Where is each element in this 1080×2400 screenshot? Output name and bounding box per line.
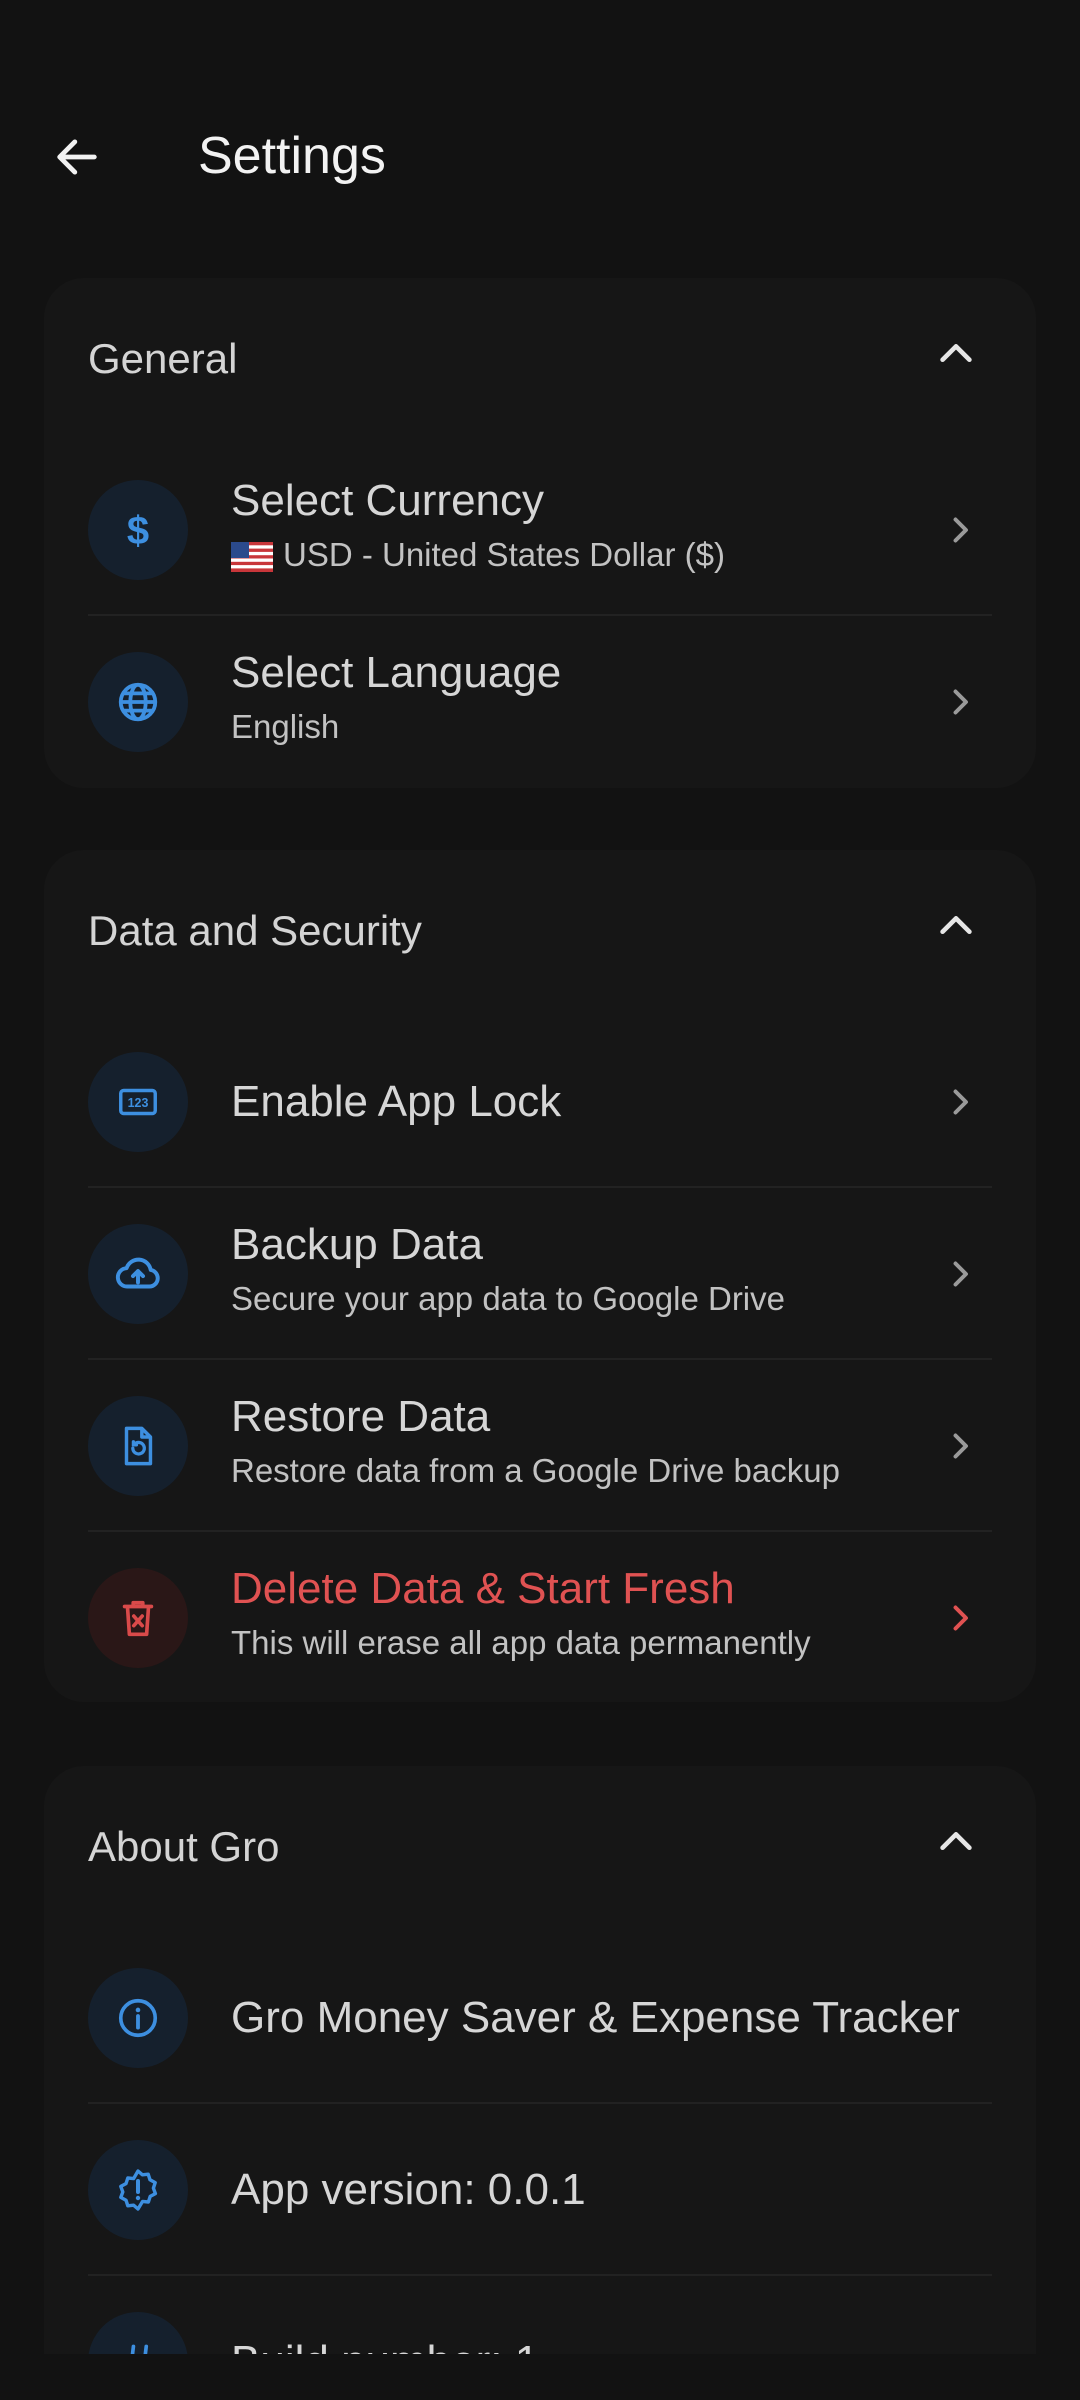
chevron-right-icon: [936, 1422, 984, 1470]
row-title: Backup Data: [231, 1220, 483, 1269]
collapse-button[interactable]: [920, 890, 992, 962]
dollar-icon: $: [127, 509, 149, 553]
row-subtitle: English: [231, 708, 340, 745]
language-icon-badge: [88, 652, 188, 752]
general-section-header[interactable]: General: [44, 278, 1036, 444]
chevron-right-icon: [936, 1594, 984, 1642]
restore-file-icon: [124, 1426, 153, 1466]
row-subtitle: Restore data from a Google Drive backup: [231, 1452, 840, 1489]
about-section: About Gro Gro Money Saver & Expense Trac…: [44, 1766, 1036, 2354]
restore-data-row[interactable]: Restore Data Restore data from a Google …: [44, 1360, 1036, 1532]
row-title: Build number: 1: [231, 2335, 539, 2354]
section-title: General: [88, 335, 238, 382]
app-name-row: Gro Money Saver & Expense Tracker: [44, 1932, 1036, 2104]
general-section: General $ Select Currency USD - United S…: [44, 278, 1036, 788]
app-version-row: App version: 0.0.1: [44, 2104, 1036, 2276]
currency-value: USD - United States Dollar ($): [283, 536, 725, 573]
settings-list[interactable]: General $ Select Currency USD - United S…: [0, 278, 1080, 2354]
chevron-right-icon: [936, 678, 984, 726]
info-icon: [118, 1998, 158, 2038]
backup-icon-badge: [88, 1224, 188, 1324]
delete-icon: [122, 1600, 154, 1637]
delete-icon-badge: [88, 1568, 188, 1668]
page-title: Settings: [198, 127, 386, 185]
app-lock-icon-badge: 123: [88, 1052, 188, 1152]
select-language-row[interactable]: Select Language English: [44, 616, 1036, 788]
info-icon-badge: [88, 1968, 188, 2068]
row-title: Restore Data: [231, 1392, 491, 1441]
back-button[interactable]: [40, 120, 114, 194]
svg-text:$: $: [127, 509, 149, 553]
globe-icon: [118, 682, 158, 722]
app-bar: Settings: [0, 100, 1080, 214]
row-subtitle: Secure your app data to Google Drive: [231, 1280, 785, 1317]
enable-app-lock-row[interactable]: 123 Enable App Lock: [44, 1016, 1036, 1188]
us-flag-icon: [231, 542, 273, 573]
hashtag-icon: [130, 2344, 149, 2354]
svg-text:123: 123: [128, 1096, 149, 1110]
backup-data-row[interactable]: Backup Data Secure your app data to Goog…: [44, 1188, 1036, 1360]
chevron-right-icon: [936, 506, 984, 554]
build-number-row: Build number: 1: [44, 2276, 1036, 2354]
row-subtitle: This will erase all app data permanently: [231, 1624, 811, 1661]
build-icon-badge: [88, 2312, 188, 2354]
collapse-button[interactable]: [920, 318, 992, 390]
select-currency-row[interactable]: $ Select Currency USD - United States Do…: [44, 444, 1036, 616]
collapse-button[interactable]: [920, 1806, 992, 1878]
cloud-upload-icon: [115, 1257, 160, 1289]
delete-data-row[interactable]: Delete Data & Start Fresh This will eras…: [44, 1532, 1036, 1704]
chevron-up-icon: [940, 344, 972, 363]
section-title: Data and Security: [88, 907, 422, 954]
row-title: Select Currency: [231, 476, 545, 525]
chevron-right-icon: [936, 1250, 984, 1298]
pin-code-icon: 123: [119, 1088, 157, 1116]
new-releases-icon: [119, 2169, 158, 2211]
row-title: Gro Money Saver & Expense Tracker: [231, 1993, 960, 2042]
restore-icon-badge: [88, 1396, 188, 1496]
row-title: Enable App Lock: [231, 1077, 562, 1126]
chevron-right-icon: [936, 1078, 984, 1126]
version-icon-badge: [88, 2140, 188, 2240]
row-subtitle: USD - United States Dollar ($): [231, 534, 725, 576]
section-title: About Gro: [88, 1823, 280, 1870]
chevron-up-icon: [940, 916, 972, 935]
arrow-back-icon: [57, 139, 97, 175]
row-title: App version: 0.0.1: [231, 2165, 586, 2214]
data-security-section: Data and Security 123 Enable App Lock Ba…: [44, 850, 1036, 1702]
currency-icon-badge: $: [88, 480, 188, 580]
row-title: Delete Data & Start Fresh: [231, 1564, 735, 1613]
data-security-section-header[interactable]: Data and Security: [44, 850, 1036, 1016]
chevron-up-icon: [940, 1832, 972, 1851]
row-title: Select Language: [231, 648, 562, 697]
about-section-header[interactable]: About Gro: [44, 1766, 1036, 1932]
